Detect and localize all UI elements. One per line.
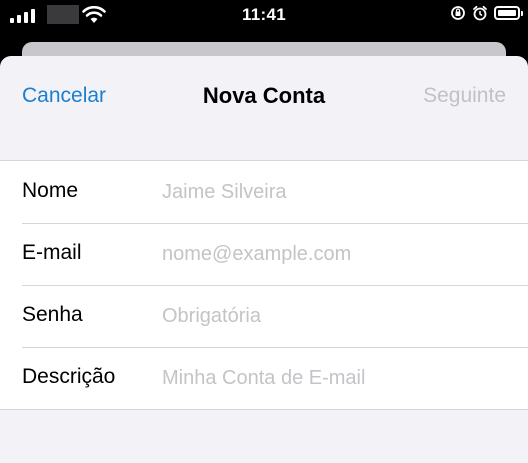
form-row-email: E-mail (0, 223, 528, 285)
name-field[interactable] (160, 175, 514, 209)
form-row-password: Senha (0, 285, 528, 347)
form-row-name: Nome (0, 161, 528, 223)
password-field[interactable] (160, 299, 514, 333)
battery-icon (494, 6, 523, 20)
password-label: Senha (22, 303, 83, 326)
status-time: 11:41 (241, 5, 287, 24)
navigation-bar: Cancelar Nova Conta Seguinte (0, 56, 528, 138)
name-label: Nome (22, 179, 79, 202)
alarm-icon (473, 5, 487, 21)
account-form: Nome E-mail Senha Descrição (0, 160, 528, 410)
orientation-lock-icon (451, 6, 465, 20)
status-bar: 11:41 (0, 0, 528, 32)
next-button[interactable]: Seguinte (423, 84, 506, 108)
description-label: Descrição (22, 365, 116, 388)
form-row-description: Descrição (0, 347, 528, 409)
new-account-sheet: Cancelar Nova Conta Seguinte Nome E-mail… (0, 56, 528, 463)
email-field[interactable] (160, 237, 514, 271)
description-field[interactable] (160, 361, 514, 395)
email-label: E-mail (22, 241, 82, 264)
